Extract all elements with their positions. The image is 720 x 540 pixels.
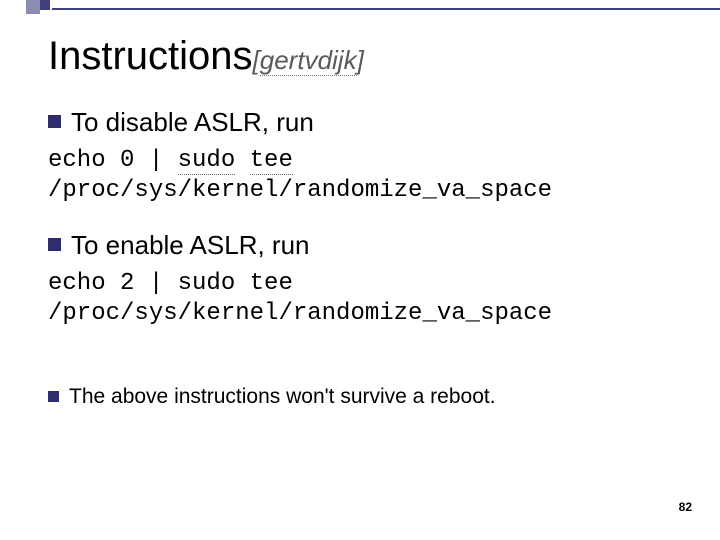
- deco-line: [52, 8, 720, 10]
- bullet-icon: [48, 238, 61, 251]
- bullet-text: To disable ASLR, run: [71, 107, 314, 138]
- slide-decoration: [0, 0, 720, 20]
- code-block-enable: echo 2 | sudo tee /proc/sys/kernel/rando…: [48, 269, 678, 329]
- bullet-text: To enable ASLR, run: [71, 230, 310, 261]
- title-author: gertvdijk: [260, 45, 357, 76]
- code-path: /proc/sys/kernel/randomize_va_space: [48, 300, 552, 327]
- bullet-row: To disable ASLR, run: [48, 107, 678, 138]
- deco-square: [26, 0, 40, 14]
- bullet-icon: [48, 115, 61, 128]
- title-reference: [gertvdijk]: [253, 45, 364, 76]
- page-number: 82: [679, 500, 692, 514]
- bullet-row: The above instructions won't survive a r…: [48, 385, 678, 409]
- code-tee: tee: [250, 147, 293, 175]
- deco-square: [40, 0, 50, 10]
- title-main: Instructions: [48, 34, 253, 78]
- code-sudo: sudo: [178, 147, 236, 175]
- slide-title: Instructions[gertvdijk]: [48, 34, 678, 79]
- bullet-icon: [48, 391, 59, 402]
- code-block-disable: echo 0 | sudo tee /proc/sys/kernel/rando…: [48, 146, 678, 206]
- bullet-row: To enable ASLR, run: [48, 230, 678, 261]
- code-path: /proc/sys/kernel/randomize_va_space: [48, 177, 552, 204]
- slide-content: Instructions[gertvdijk] To disable ASLR,…: [48, 34, 678, 415]
- code-line: echo 2 | sudo tee: [48, 270, 293, 297]
- bullet-text: The above instructions won't survive a r…: [69, 385, 496, 409]
